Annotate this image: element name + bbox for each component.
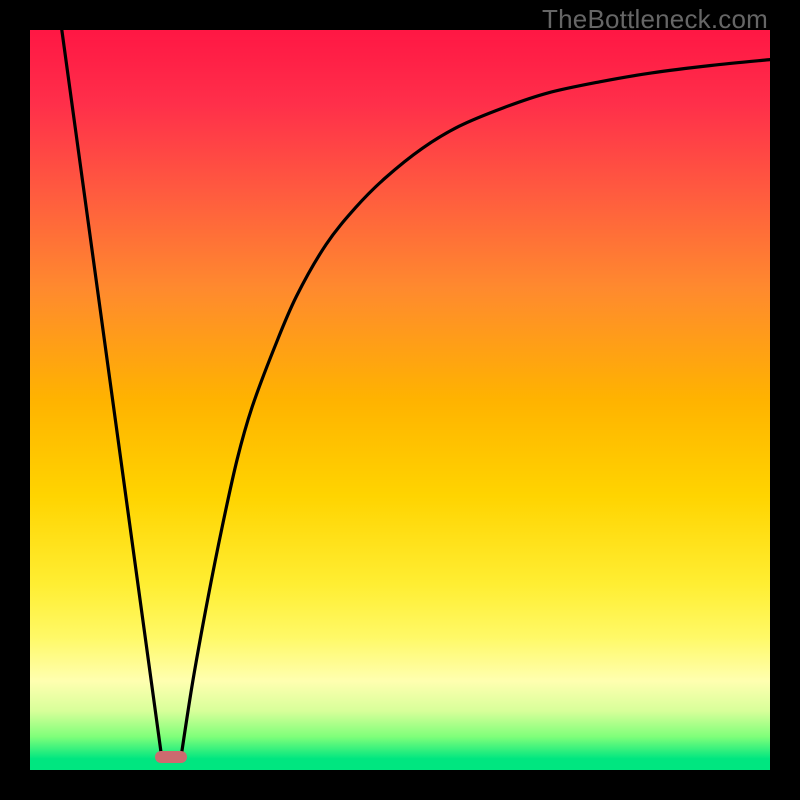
chart-frame: TheBottleneck.com [0, 0, 800, 800]
watermark-text: TheBottleneck.com [542, 4, 768, 35]
optimal-marker [155, 751, 187, 763]
plot-area [30, 30, 770, 770]
background-gradient [30, 30, 770, 770]
